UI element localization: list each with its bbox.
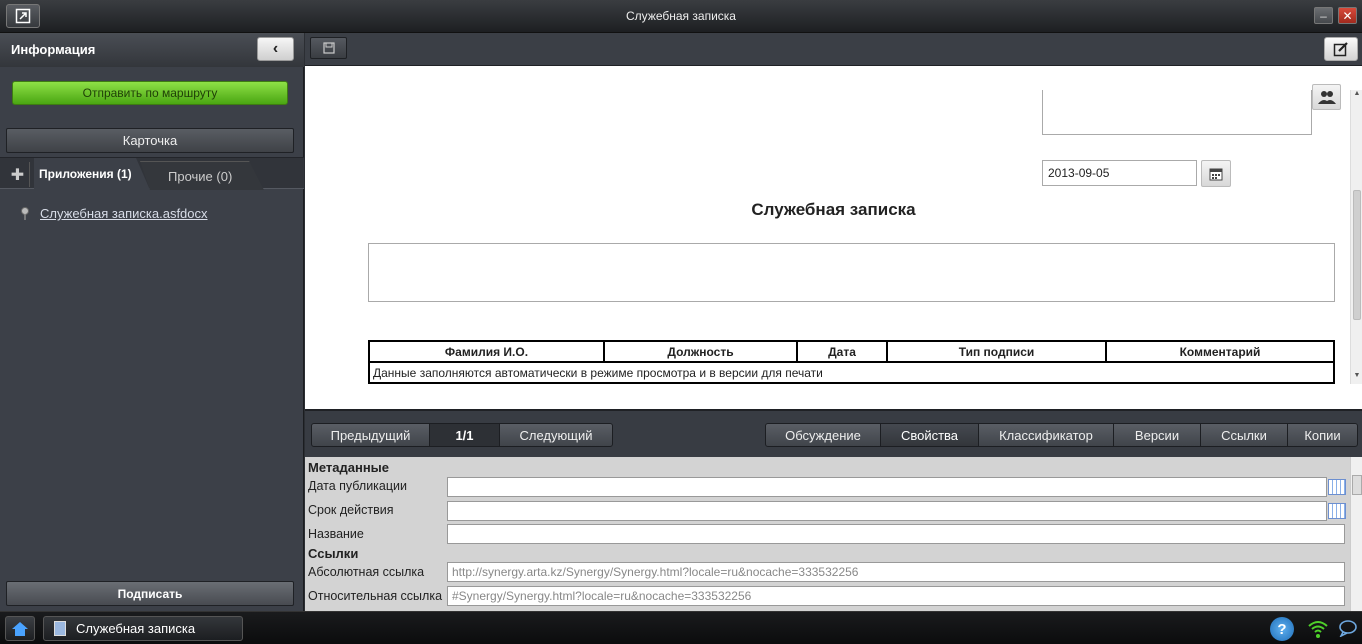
chevron-left-icon: ‹ xyxy=(272,40,279,57)
validity-field[interactable] xyxy=(447,501,1327,521)
column-header: Тип подписи xyxy=(886,340,1107,363)
collapse-panel-button[interactable]: ‹ xyxy=(257,37,294,61)
plus-icon[interactable]: ✚ xyxy=(6,162,30,187)
addressee-field[interactable] xyxy=(1042,90,1312,135)
column-header: Комментарий xyxy=(1105,340,1335,363)
card-button[interactable]: Карточка xyxy=(6,128,294,153)
attachment-link[interactable]: Служебная записка.asfdocx xyxy=(40,206,208,221)
table-header-row: Фамилия И.О. Должность Дата Тип подписи … xyxy=(368,340,1335,363)
window-title: Служебная записка xyxy=(626,9,736,23)
signatures-table: Фамилия И.О. Должность Дата Тип подписи … xyxy=(368,340,1335,384)
pager-tabs-row: Предыдущий 1/1 Следующий Обсуждение Свой… xyxy=(305,409,1362,457)
tab-versions[interactable]: Версии xyxy=(1113,423,1201,447)
close-icon[interactable]: ✕ xyxy=(1338,7,1357,24)
taskbar-item[interactable]: Служебная записка xyxy=(43,616,243,641)
absolute-link-label: Абсолютная ссылка xyxy=(308,565,425,579)
info-panel: Информация ‹ Отправить по маршруту Карто… xyxy=(0,33,304,611)
column-header: Должность xyxy=(603,340,798,363)
scroll-thumb[interactable] xyxy=(1353,190,1361,320)
tab-links[interactable]: Ссылки xyxy=(1200,423,1288,447)
info-panel-title: Информация xyxy=(11,42,96,57)
links-section-title: Ссылки xyxy=(308,546,359,561)
relative-link-field[interactable] xyxy=(447,586,1345,606)
relative-link-label: Относительная ссылка xyxy=(308,589,443,603)
sign-button[interactable]: Подписать xyxy=(6,581,294,606)
tab-classifier[interactable]: Классификатор xyxy=(978,423,1114,447)
previous-page-button[interactable]: Предыдущий xyxy=(311,423,430,447)
memo-text-field[interactable] xyxy=(368,243,1335,302)
document-toolbar xyxy=(305,33,1362,66)
tab-properties[interactable]: Свойства xyxy=(880,423,979,447)
chat-icon[interactable] xyxy=(1337,617,1359,639)
tab-attachments[interactable]: Приложения (1) xyxy=(34,158,150,190)
properties-scrollbar[interactable] xyxy=(1350,457,1362,611)
document-view: Служебная записка Фамилия И.О. Должность… xyxy=(305,66,1362,409)
table-row: Данные заполняются автоматически в режим… xyxy=(368,361,1335,384)
people-icon[interactable] xyxy=(1312,84,1341,110)
edit-icon[interactable] xyxy=(1324,37,1358,61)
document-icon xyxy=(54,621,66,636)
tab-copies[interactable]: Копии xyxy=(1287,423,1358,447)
page-indicator: 1/1 xyxy=(429,423,500,447)
info-panel-header: Информация ‹ xyxy=(0,33,304,67)
column-header: Фамилия И.О. xyxy=(368,340,605,363)
document-scrollbar[interactable]: ▲ ▼ xyxy=(1350,90,1362,384)
home-icon[interactable] xyxy=(5,616,35,641)
tab-discussion[interactable]: Обсуждение xyxy=(765,423,881,447)
absolute-link-field[interactable] xyxy=(447,562,1345,582)
name-label: Название xyxy=(308,527,364,541)
calendar-icon[interactable] xyxy=(1201,160,1231,187)
save-icon[interactable] xyxy=(310,37,347,59)
pin-icon xyxy=(20,206,30,221)
scroll-up-icon[interactable]: ▲ xyxy=(1351,90,1362,102)
help-icon[interactable]: ? xyxy=(1270,617,1294,641)
publish-date-field[interactable] xyxy=(447,477,1327,497)
validity-label: Срок действия xyxy=(308,503,394,517)
metadata-section-title: Метаданные xyxy=(308,460,390,475)
wifi-icon[interactable] xyxy=(1306,617,1330,641)
publish-date-label: Дата публикации xyxy=(308,479,408,493)
tab-other[interactable]: Прочие (0) xyxy=(140,161,264,190)
column-header: Дата xyxy=(796,340,888,363)
table-note: Данные заполняются автоматически в режим… xyxy=(368,361,1335,384)
send-route-button[interactable]: Отправить по маршруту xyxy=(12,81,288,105)
document-title: Служебная записка xyxy=(751,200,916,219)
calendar-icon[interactable] xyxy=(1328,479,1346,495)
attachments-tabs: ✚ Приложения (1) Прочие (0) xyxy=(0,157,304,190)
scroll-down-icon[interactable]: ▼ xyxy=(1351,372,1362,384)
window-titlebar: Служебная записка – ✕ xyxy=(0,0,1362,33)
calendar-icon[interactable] xyxy=(1328,503,1346,519)
taskbar: Служебная записка ? xyxy=(0,611,1362,644)
date-field[interactable] xyxy=(1042,160,1197,186)
next-page-button[interactable]: Следующий xyxy=(499,423,613,447)
minimize-icon[interactable]: – xyxy=(1314,7,1333,24)
taskbar-item-label: Служебная записка xyxy=(76,621,196,636)
scroll-thumb[interactable] xyxy=(1352,475,1362,495)
name-field[interactable] xyxy=(447,524,1345,544)
properties-panel: Метаданные Дата публикации Срок действия… xyxy=(305,457,1362,611)
attachment-item[interactable]: Служебная записка.asfdocx xyxy=(20,206,208,221)
